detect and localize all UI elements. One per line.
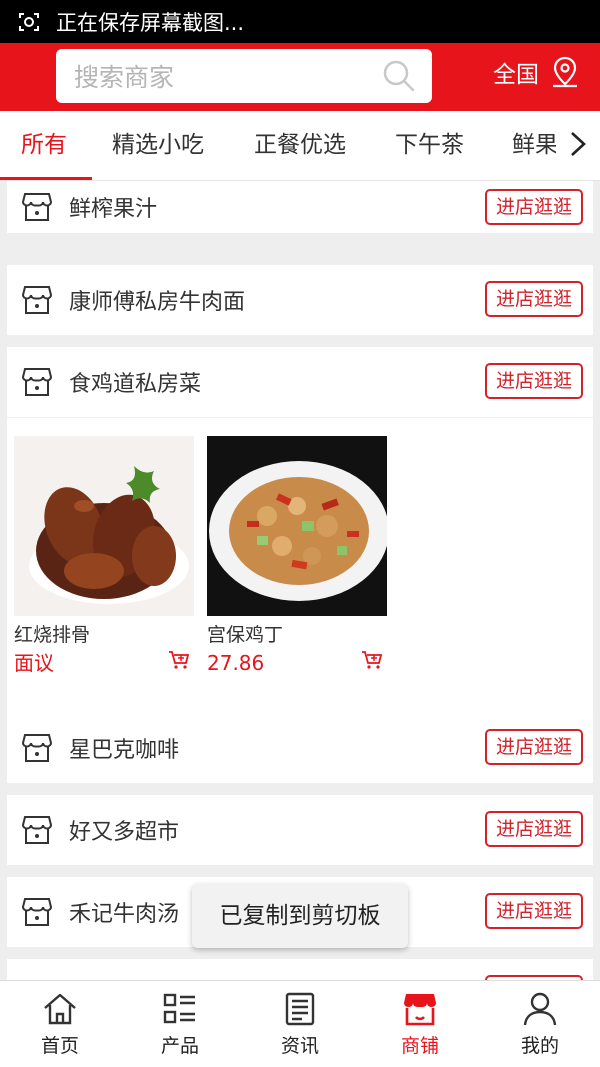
shop-card: 康师傅私房牛肉面 进店逛逛 — [7, 265, 593, 335]
cart-icon[interactable] — [361, 650, 383, 670]
shop-card-header[interactable]: 鲜榨果汁 进店逛逛 — [7, 181, 593, 233]
nav-label: 资讯 — [280, 1035, 319, 1057]
cart-icon[interactable] — [168, 650, 190, 670]
status-text: 正在保存屏幕截图... — [56, 10, 245, 35]
shop-name: 好又多超市 — [69, 820, 180, 845]
bottom-nav: 首页 产品 资讯 商铺 我的 — [0, 980, 600, 1067]
home-icon — [44, 993, 76, 1025]
shop-card: 食鸡道私房菜 进店逛逛 红烧排骨 面议 宫保鸡丁 27.86 — [7, 347, 593, 713]
shop-name: 康师傅私房牛肉面 — [69, 290, 246, 315]
category-tabs: 所有 精选小吃 正餐优选 下午茶 鲜果 — [0, 111, 600, 181]
tab-snacks[interactable]: 精选小吃 — [112, 111, 204, 180]
news-icon — [285, 992, 315, 1026]
header-bar: 搜索商家 全国 — [0, 43, 600, 111]
product-list-icon — [163, 993, 195, 1024]
shop-card: 星巴克咖啡 进店逛逛 — [7, 713, 593, 783]
store-icon — [21, 284, 53, 316]
product-name: 红烧排骨 — [14, 624, 91, 646]
tab-all[interactable]: 所有 — [21, 111, 67, 180]
enter-shop-button[interactable]: 进店逛逛 — [485, 189, 583, 225]
enter-shop-button[interactable]: 进店逛逛 — [485, 281, 583, 317]
shop-card-header[interactable] — [7, 959, 593, 980]
shop-card-header[interactable]: 康师傅私房牛肉面 进店逛逛 — [7, 265, 593, 335]
user-icon — [523, 992, 557, 1026]
search-placeholder: 搜索商家 — [74, 63, 175, 92]
region-label: 全国 — [493, 62, 539, 88]
product-price: 27.86 — [207, 651, 265, 675]
shop-name: 禾记牛肉汤 — [69, 902, 180, 927]
product-image-braised-ribs[interactable] — [14, 436, 194, 616]
enter-shop-button[interactable]: 进店逛逛 — [485, 729, 583, 765]
shop-card: 好又多超市 进店逛逛 — [7, 795, 593, 865]
nav-home[interactable]: 首页 — [0, 981, 120, 1067]
store-icon — [21, 896, 53, 928]
enter-shop-button[interactable]: 进店逛逛 — [485, 363, 583, 399]
nav-label: 我的 — [520, 1035, 559, 1057]
product-item[interactable]: 宫保鸡丁 27.86 — [207, 436, 387, 678]
store-icon — [21, 191, 53, 223]
shop-name: 食鸡道私房菜 — [69, 372, 202, 397]
product-name: 宫保鸡丁 — [207, 624, 284, 646]
store-icon — [21, 366, 53, 398]
tab-meals[interactable]: 正餐优选 — [254, 111, 346, 180]
nav-label: 商铺 — [400, 1035, 439, 1057]
enter-shop-button[interactable]: 进店逛逛 — [485, 811, 583, 847]
nav-stores[interactable]: 商铺 — [360, 981, 480, 1067]
screenshot-icon — [18, 11, 40, 33]
enter-shop-button[interactable]: 进店逛逛 — [485, 893, 583, 929]
chevron-right-icon — [569, 130, 587, 162]
shop-card-header[interactable]: 食鸡道私房菜 进店逛逛 — [7, 347, 593, 417]
nav-products[interactable]: 产品 — [120, 981, 240, 1067]
store-icon — [21, 732, 53, 764]
shop-card-header[interactable]: 好又多超市 进店逛逛 — [7, 795, 593, 865]
shop-list: 鲜榨果汁 进店逛逛 康师傅私房牛肉面 进店逛逛 食鸡道私房菜 进店逛逛 红烧排骨… — [0, 181, 600, 980]
store-icon — [404, 994, 436, 1026]
shop-name: 星巴克咖啡 — [69, 738, 180, 763]
nav-profile[interactable]: 我的 — [480, 981, 600, 1067]
search-box[interactable]: 搜索商家 — [56, 49, 432, 103]
search-icon[interactable] — [382, 59, 416, 93]
store-icon — [21, 814, 53, 846]
tab-fresh-fruit[interactable]: 鲜果 — [512, 111, 558, 180]
nav-news[interactable]: 资讯 — [240, 981, 360, 1067]
product-item[interactable]: 红烧排骨 面议 — [14, 436, 194, 678]
shop-card: 鲜榨果汁 进店逛逛 — [7, 181, 593, 233]
region-selector[interactable]: 全国 — [493, 55, 581, 89]
status-bar: 正在保存屏幕截图... — [0, 0, 600, 43]
product-price: 面议 — [14, 651, 54, 675]
shop-card — [7, 959, 593, 980]
nav-label: 首页 — [40, 1035, 79, 1057]
shop-card-header[interactable]: 星巴克咖啡 进店逛逛 — [7, 713, 593, 783]
shop-name: 鲜榨果汁 — [69, 197, 158, 222]
tabs-scroll-right-button[interactable] — [556, 111, 600, 180]
product-grid: 红烧排骨 面议 宫保鸡丁 27.86 — [7, 417, 593, 713]
tab-afternoon-tea[interactable]: 下午茶 — [395, 111, 464, 180]
location-pin-icon — [549, 55, 581, 89]
nav-label: 产品 — [160, 1035, 199, 1057]
copied-toast: 已复制到剪切板 — [192, 884, 408, 948]
product-image-kung-pao-chicken[interactable] — [207, 436, 387, 616]
